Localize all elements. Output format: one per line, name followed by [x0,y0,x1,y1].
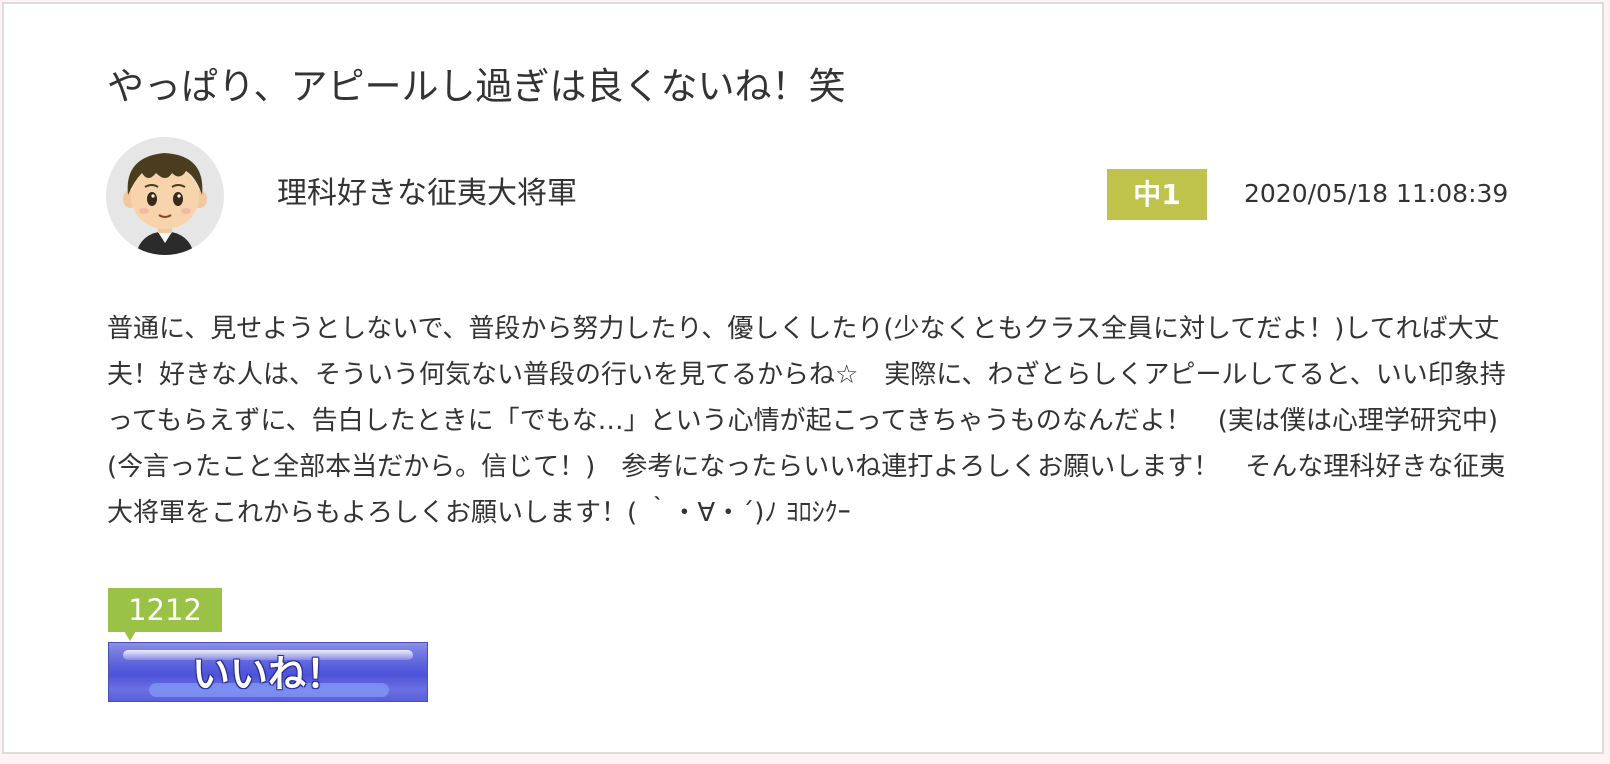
post-card: やっぱり、アピールし過ぎは良くないね！笑 理科好きな征夷大将軍 中1 2020/… [2,2,1604,754]
post-title: やっぱり、アピールし過ぎは良くないね！笑 [107,65,846,108]
grade-badge: 中1 [1107,169,1207,220]
user-avatar [106,137,224,255]
post-datetime: 2020/05/18 11:08:39 [1244,179,1509,208]
avatar-boy-icon [123,153,207,255]
like-button[interactable]: いいね！ [108,642,428,702]
like-count-pointer [124,631,136,641]
author-name: 理科好きな征夷大将軍 [277,176,577,211]
post-body: 普通に、見せようとしないで、普段から努力したり、優しくしたり(少なくともクラス全… [107,314,1506,528]
like-count-badge: 1212 [108,588,222,632]
like-button-label: いいね！ [191,652,344,696]
